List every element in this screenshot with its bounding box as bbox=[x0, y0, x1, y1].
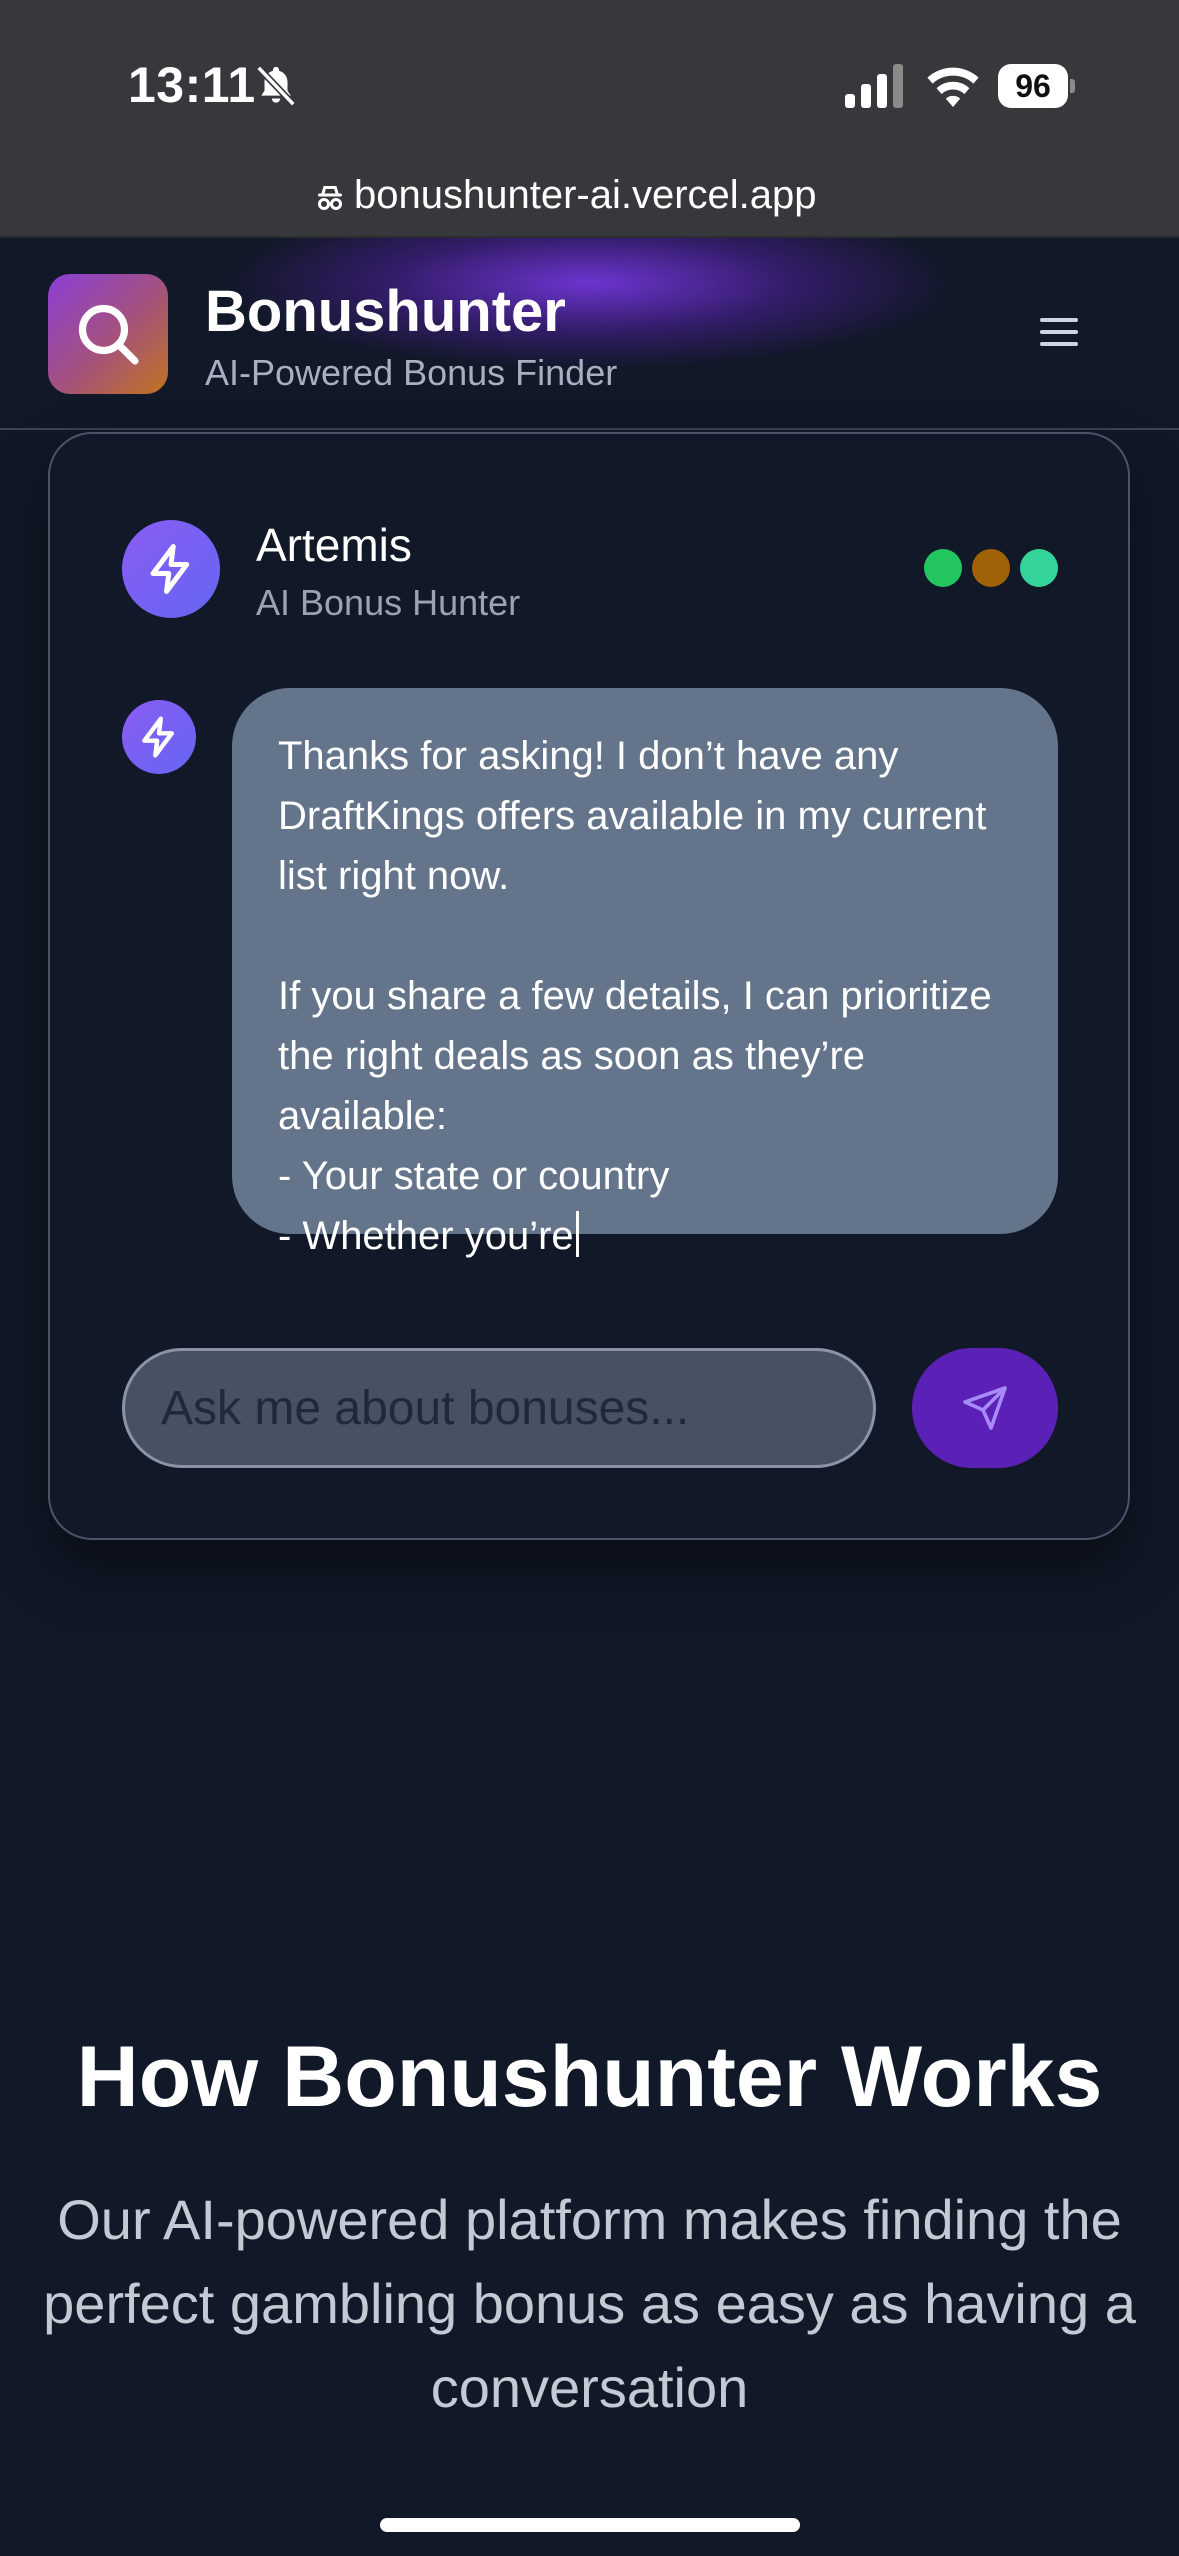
chat-input-field[interactable] bbox=[122, 1348, 876, 1468]
agent-avatar bbox=[122, 520, 220, 618]
brand-tagline: AI-Powered Bonus Finder bbox=[205, 352, 618, 393]
status-bar: 13:11 96 bbox=[0, 0, 1179, 160]
agent-role: AI Bonus Hunter bbox=[256, 582, 521, 623]
assistant-message-bubble: Thanks for asking! I don’t have any Draf… bbox=[232, 688, 1058, 1258]
agent-name: Artemis bbox=[256, 519, 412, 571]
typing-cursor bbox=[575, 1211, 579, 1257]
message-avatar bbox=[122, 700, 196, 774]
browser-url-bar[interactable]: bonushunter-ai.vercel.app bbox=[0, 160, 1179, 238]
home-indicator bbox=[380, 2518, 800, 2532]
send-icon bbox=[963, 1386, 1007, 1430]
lightning-icon bbox=[150, 544, 190, 594]
battery-level: 96 bbox=[998, 64, 1068, 108]
bell-slash-icon bbox=[256, 65, 296, 107]
chat-input[interactable] bbox=[161, 1351, 841, 1465]
status-dot-amber bbox=[972, 549, 1010, 587]
status-dot-green bbox=[924, 549, 962, 587]
status-dot-teal bbox=[1020, 549, 1058, 587]
assistant-message-text: Thanks for asking! I don’t have any Draf… bbox=[278, 734, 992, 1258]
chat-card: Artemis AI Bonus Hunter Thanks for askin… bbox=[48, 432, 1130, 1540]
app-header: Bonushunter AI-Powered Bonus Finder bbox=[0, 238, 1179, 430]
url-text[interactable]: bonushunter-ai.vercel.app bbox=[354, 173, 817, 218]
signal-icon bbox=[845, 64, 903, 108]
lightning-icon bbox=[142, 716, 175, 758]
section-subtitle: Our AI-powered platform makes finding th… bbox=[43, 2188, 1136, 2419]
app-logo[interactable] bbox=[48, 274, 168, 394]
search-icon bbox=[78, 304, 139, 365]
battery-icon: 96 bbox=[998, 64, 1075, 108]
brand-name[interactable]: Bonushunter bbox=[205, 278, 566, 345]
hamburger-menu-icon[interactable] bbox=[1036, 312, 1082, 354]
status-time: 13:11 bbox=[128, 57, 256, 113]
wifi-icon bbox=[927, 67, 979, 107]
send-button[interactable] bbox=[912, 1348, 1058, 1468]
section-title: How Bonushunter Works bbox=[76, 2029, 1103, 2125]
privacy-icon bbox=[318, 186, 342, 210]
